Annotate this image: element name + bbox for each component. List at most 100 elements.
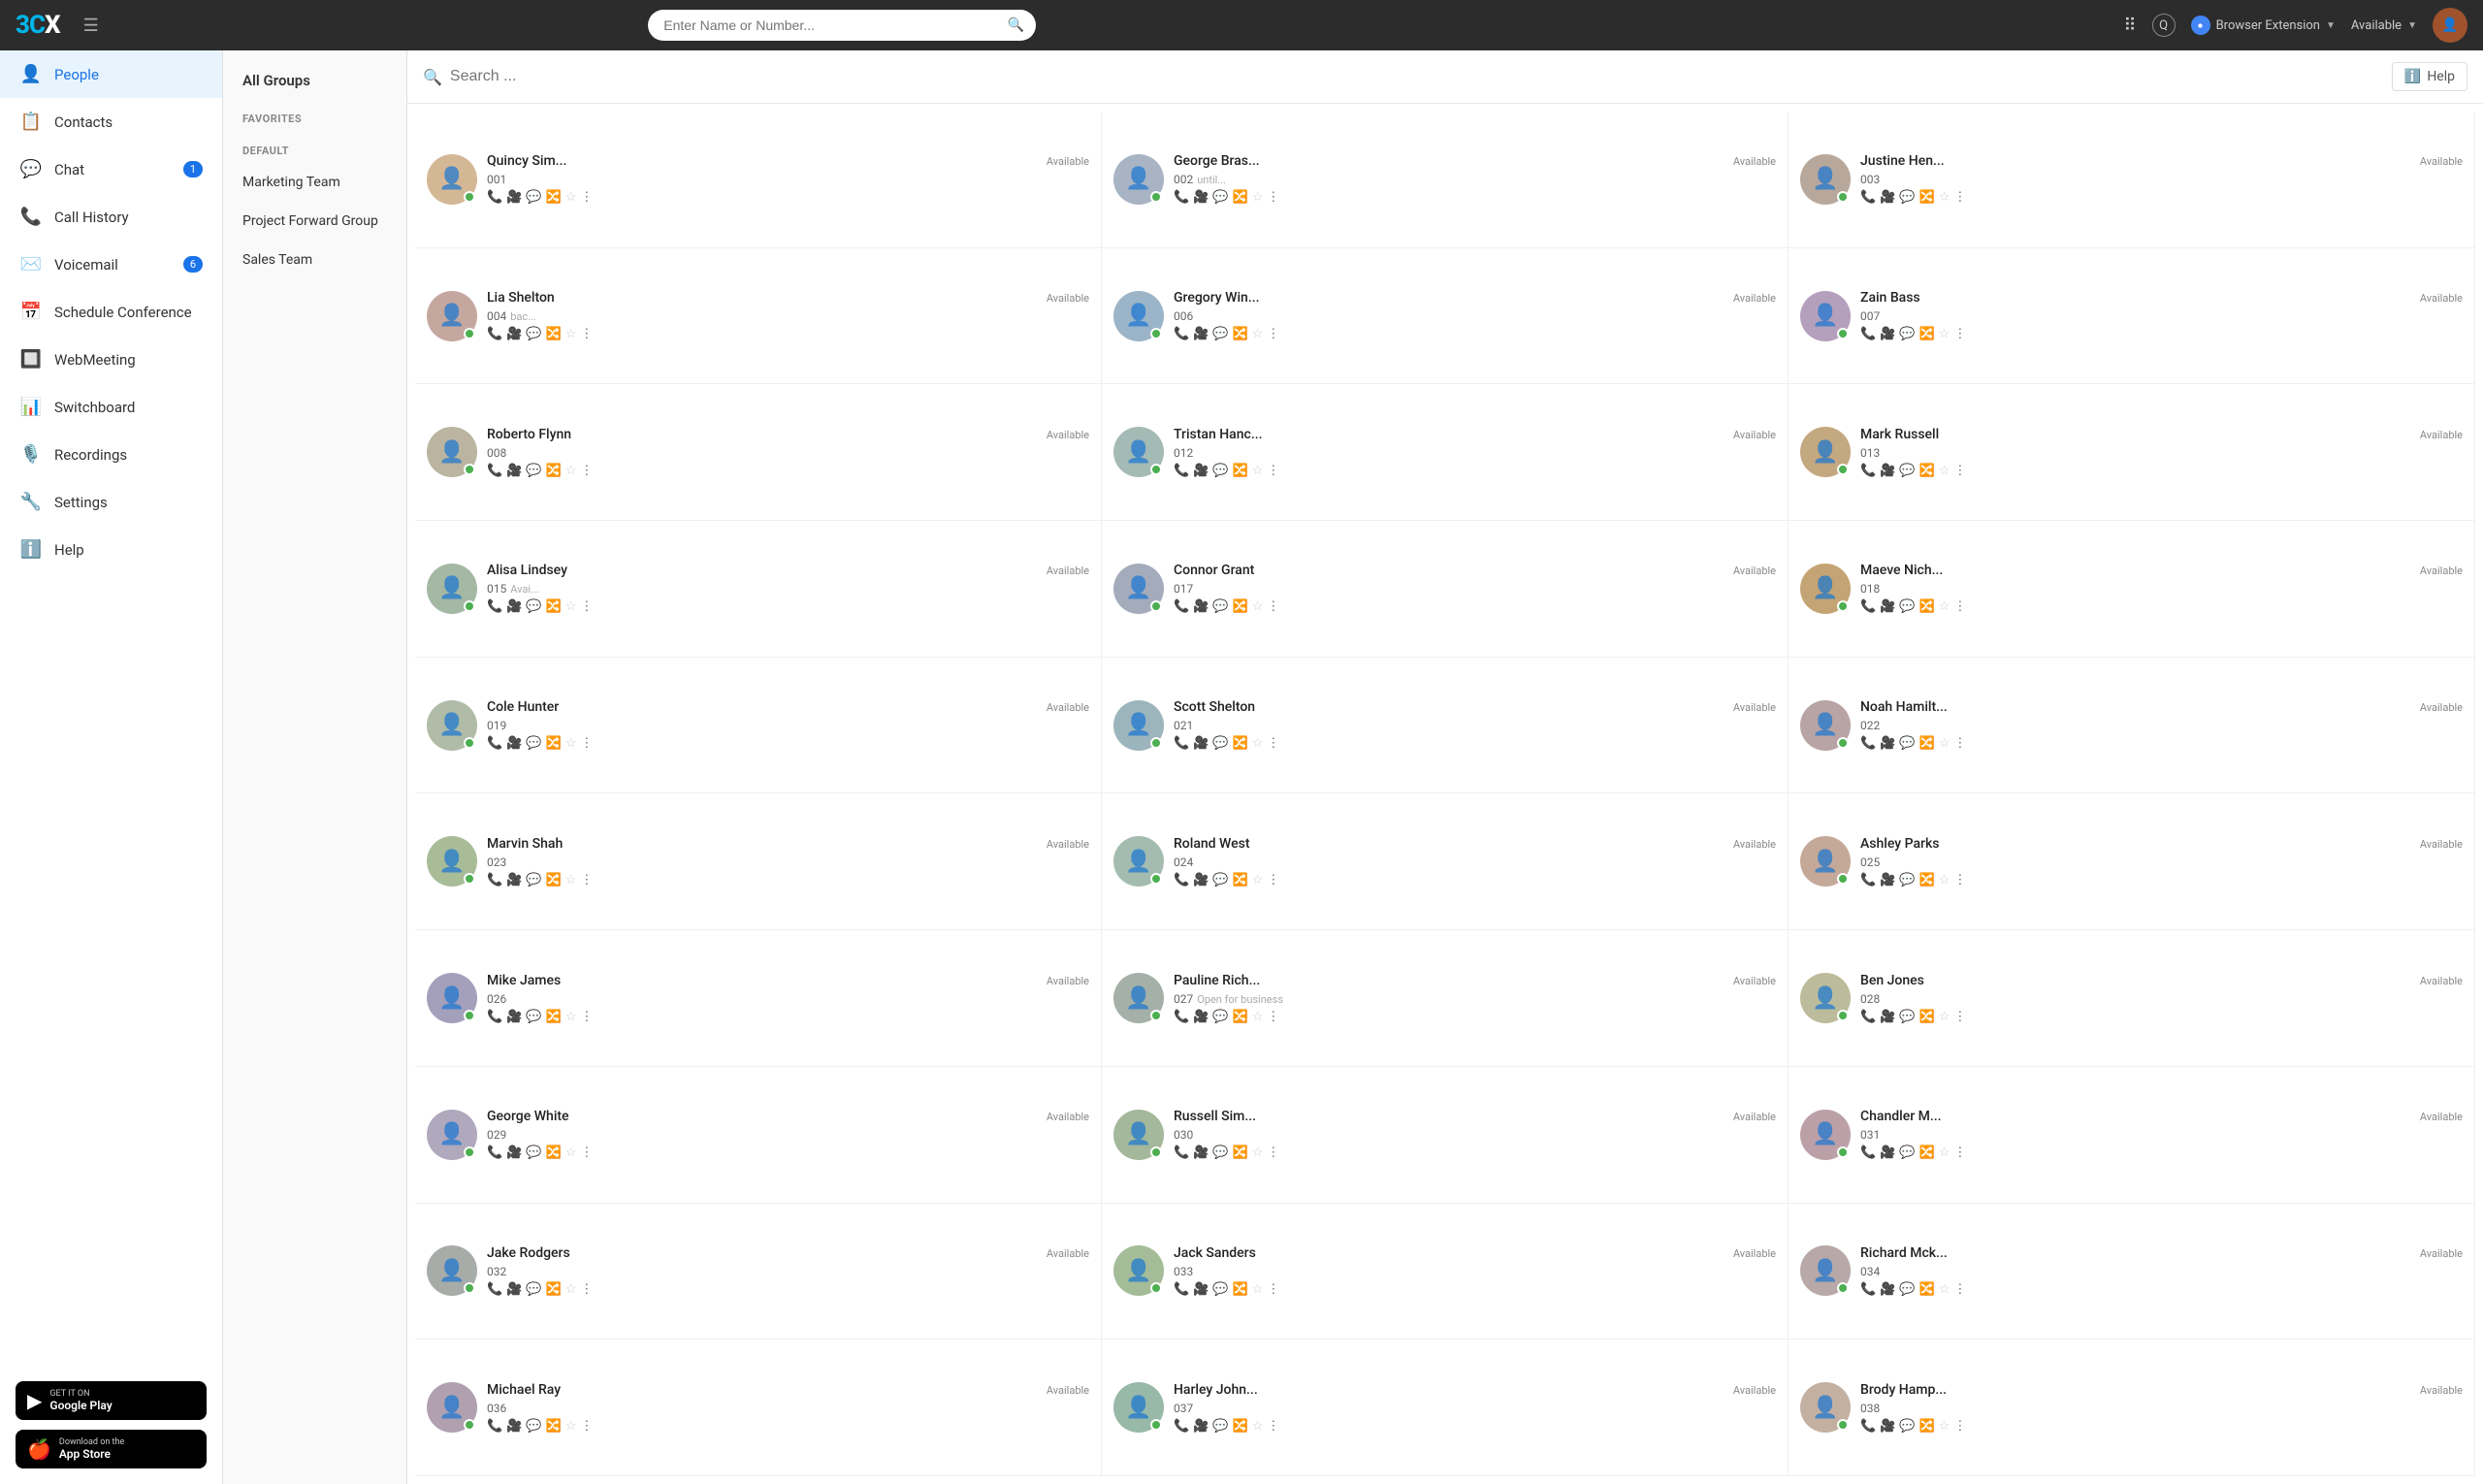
more-action-icon[interactable]: ⋮	[1267, 1282, 1279, 1297]
more-action-icon[interactable]: ⋮	[1267, 1145, 1279, 1160]
contact-card[interactable]: 👤 Russell Sim... Available 030 📞 🎥 💬 🔀 ☆…	[1102, 1067, 1789, 1204]
video-action-icon[interactable]: 🎥	[1880, 1145, 1895, 1160]
transfer-action-icon[interactable]: 🔀	[546, 1282, 562, 1297]
video-action-icon[interactable]: 🎥	[506, 599, 522, 614]
transfer-action-icon[interactable]: 🔀	[1919, 1010, 1935, 1024]
video-action-icon[interactable]: 🎥	[1193, 327, 1209, 341]
more-action-icon[interactable]: ⋮	[1267, 327, 1279, 341]
favorite-star-icon[interactable]: ☆	[1252, 736, 1264, 751]
video-action-icon[interactable]: 🎥	[1880, 599, 1895, 614]
favorite-star-icon[interactable]: ☆	[565, 873, 577, 887]
call-action-icon[interactable]: 📞	[487, 1145, 502, 1160]
grid-icon[interactable]: ⠿	[2123, 16, 2136, 36]
contact-card[interactable]: 👤 Noah Hamilt... Available 022 📞 🎥 💬 🔀 ☆…	[1789, 658, 2475, 794]
favorite-star-icon[interactable]: ☆	[565, 1419, 577, 1434]
sidebar-item-schedule-conference[interactable]: 📅 Schedule Conference	[0, 288, 222, 336]
video-action-icon[interactable]: 🎥	[506, 736, 522, 751]
contact-card[interactable]: 👤 Harley John... Available 037 📞 🎥 💬 🔀 ☆…	[1102, 1339, 1789, 1476]
sidebar-item-switchboard[interactable]: 📊 Switchboard	[0, 383, 222, 431]
chat-action-icon[interactable]: 💬	[1899, 599, 1915, 614]
contact-card[interactable]: 👤 George Bras... Available 002 until... …	[1102, 112, 1789, 248]
call-action-icon[interactable]: 📞	[1860, 1145, 1876, 1160]
contact-card[interactable]: 👤 Marvin Shah Available 023 📞 🎥 💬 🔀 ☆ ⋮	[415, 793, 1102, 930]
app-store-button[interactable]: 🍎 Download on the App Store	[16, 1430, 207, 1468]
favorite-star-icon[interactable]: ☆	[1939, 327, 1951, 341]
favorite-star-icon[interactable]: ☆	[1939, 1145, 1951, 1160]
sidebar-item-recordings[interactable]: 🎙️ Recordings	[0, 431, 222, 478]
favorite-star-icon[interactable]: ☆	[1939, 190, 1951, 205]
sidebar-item-webmeeting[interactable]: 🔲 WebMeeting	[0, 336, 222, 383]
favorite-star-icon[interactable]: ☆	[1252, 873, 1264, 887]
transfer-action-icon[interactable]: 🔀	[1919, 464, 1935, 478]
transfer-action-icon[interactable]: 🔀	[546, 190, 562, 205]
transfer-action-icon[interactable]: 🔀	[1919, 1282, 1935, 1297]
all-groups-item[interactable]: All Groups	[223, 58, 406, 99]
more-action-icon[interactable]: ⋮	[1953, 190, 1966, 205]
chat-action-icon[interactable]: 💬	[1212, 1145, 1228, 1160]
favorite-star-icon[interactable]: ☆	[1252, 1010, 1264, 1024]
transfer-action-icon[interactable]: 🔀	[1919, 599, 1935, 614]
favorite-star-icon[interactable]: ☆	[1252, 599, 1264, 614]
video-action-icon[interactable]: 🎥	[1880, 1282, 1895, 1297]
chat-action-icon[interactable]: 💬	[526, 190, 541, 205]
call-action-icon[interactable]: 📞	[1860, 1010, 1876, 1024]
contact-card[interactable]: 👤 Mike James Available 026 📞 🎥 💬 🔀 ☆ ⋮	[415, 930, 1102, 1067]
video-action-icon[interactable]: 🎥	[1193, 873, 1209, 887]
more-action-icon[interactable]: ⋮	[1953, 1145, 1966, 1160]
favorite-star-icon[interactable]: ☆	[1939, 599, 1951, 614]
chat-action-icon[interactable]: 💬	[1212, 599, 1228, 614]
video-action-icon[interactable]: 🎥	[506, 190, 522, 205]
video-action-icon[interactable]: 🎥	[1880, 464, 1895, 478]
favorite-star-icon[interactable]: ☆	[1939, 736, 1951, 751]
contact-card[interactable]: 👤 Scott Shelton Available 021 📞 🎥 💬 🔀 ☆ …	[1102, 658, 1789, 794]
transfer-action-icon[interactable]: 🔀	[1233, 190, 1248, 205]
more-action-icon[interactable]: ⋮	[580, 1282, 593, 1297]
call-action-icon[interactable]: 📞	[487, 1010, 502, 1024]
chat-action-icon[interactable]: 💬	[1212, 873, 1228, 887]
favorite-star-icon[interactable]: ☆	[565, 464, 577, 478]
more-action-icon[interactable]: ⋮	[1953, 327, 1966, 341]
chat-action-icon[interactable]: 💬	[1899, 873, 1915, 887]
contact-card[interactable]: 👤 Roland West Available 024 📞 🎥 💬 🔀 ☆ ⋮	[1102, 793, 1789, 930]
more-action-icon[interactable]: ⋮	[580, 190, 593, 205]
contact-card[interactable]: 👤 Jake Rodgers Available 032 📞 🎥 💬 🔀 ☆ ⋮	[415, 1204, 1102, 1340]
contact-card[interactable]: 👤 Ashley Parks Available 025 📞 🎥 💬 🔀 ☆ ⋮	[1789, 793, 2475, 930]
contact-card[interactable]: 👤 Tristan Hanc... Available 012 📞 🎥 💬 🔀 …	[1102, 384, 1789, 521]
transfer-action-icon[interactable]: 🔀	[546, 1419, 562, 1434]
more-action-icon[interactable]: ⋮	[1267, 599, 1279, 614]
more-action-icon[interactable]: ⋮	[580, 327, 593, 341]
contact-card[interactable]: 👤 Pauline Rich... Available 027 Open for…	[1102, 930, 1789, 1067]
call-action-icon[interactable]: 📞	[487, 190, 502, 205]
more-action-icon[interactable]: ⋮	[580, 1010, 593, 1024]
favorite-star-icon[interactable]: ☆	[1939, 1010, 1951, 1024]
transfer-action-icon[interactable]: 🔀	[1919, 190, 1935, 205]
video-action-icon[interactable]: 🎥	[506, 1419, 522, 1434]
contact-card[interactable]: 👤 Mark Russell Available 013 📞 🎥 💬 🔀 ☆ ⋮	[1789, 384, 2475, 521]
favorite-star-icon[interactable]: ☆	[1252, 1145, 1264, 1160]
transfer-action-icon[interactable]: 🔀	[546, 736, 562, 751]
contact-card[interactable]: 👤 Ben Jones Available 028 📞 🎥 💬 🔀 ☆ ⋮	[1789, 930, 2475, 1067]
transfer-action-icon[interactable]: 🔀	[1919, 327, 1935, 341]
more-action-icon[interactable]: ⋮	[1953, 464, 1966, 478]
chat-action-icon[interactable]: 💬	[1899, 464, 1915, 478]
transfer-action-icon[interactable]: 🔀	[546, 327, 562, 341]
more-action-icon[interactable]: ⋮	[1267, 873, 1279, 887]
video-action-icon[interactable]: 🎥	[506, 1010, 522, 1024]
more-action-icon[interactable]: ⋮	[1267, 736, 1279, 751]
chat-action-icon[interactable]: 💬	[1899, 1419, 1915, 1434]
video-action-icon[interactable]: 🎥	[1193, 1010, 1209, 1024]
video-action-icon[interactable]: 🎥	[1193, 190, 1209, 205]
more-action-icon[interactable]: ⋮	[1953, 873, 1966, 887]
video-action-icon[interactable]: 🎥	[1193, 1145, 1209, 1160]
logo[interactable]: 3CX	[16, 11, 60, 40]
chat-action-icon[interactable]: 💬	[1899, 327, 1915, 341]
video-action-icon[interactable]: 🎥	[1880, 190, 1895, 205]
sidebar-item-call-history[interactable]: 📞 Call History	[0, 193, 222, 241]
favorite-star-icon[interactable]: ☆	[1252, 190, 1264, 205]
call-action-icon[interactable]: 📞	[487, 873, 502, 887]
transfer-action-icon[interactable]: 🔀	[1919, 1145, 1935, 1160]
contact-card[interactable]: 👤 Maeve Nich... Available 018 📞 🎥 💬 🔀 ☆ …	[1789, 521, 2475, 658]
video-action-icon[interactable]: 🎥	[1193, 464, 1209, 478]
chat-action-icon[interactable]: 💬	[526, 1145, 541, 1160]
call-action-icon[interactable]: 📞	[1174, 873, 1189, 887]
